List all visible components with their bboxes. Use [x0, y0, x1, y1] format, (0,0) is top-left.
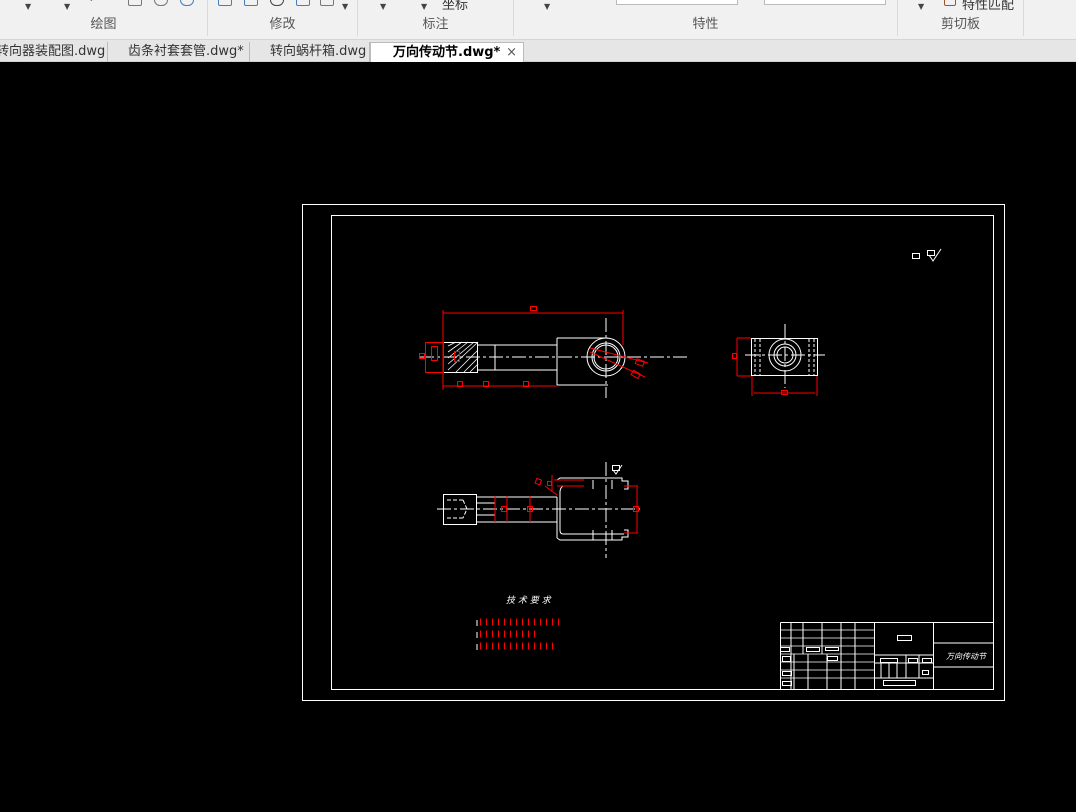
ribbon: ▼ ▼ 绘图 ▼ 修改 ▼ ▼ 坐标 标注 ▼ 特性 ▼ 特性匹配 剪切板: [0, 0, 1076, 40]
tab-label: 齿条衬套套管.dwg*: [128, 44, 244, 59]
lineweight-select[interactable]: [764, 0, 886, 5]
tab-label: 转向器装配图.dwg: [0, 44, 106, 59]
coord-button[interactable]: 坐标: [442, 0, 468, 13]
tech-requirements: 技 术 要 求: [476, 595, 562, 650]
ribbon-group-label: 标注: [422, 17, 449, 32]
scale-icon[interactable]: [244, 0, 258, 6]
part-name: 万向传动节: [946, 652, 988, 661]
offset-icon[interactable]: [218, 0, 232, 6]
drawing-frame: [331, 215, 994, 690]
tab-universal-joint[interactable]: 万向传动节.dwg* ×: [370, 42, 524, 62]
ribbon-group-label: 绘图: [90, 17, 117, 32]
dropdown-arrow-icon[interactable]: ▼: [544, 2, 550, 11]
top-view: [437, 462, 640, 558]
dropdown-arrow-icon[interactable]: ▼: [64, 2, 70, 11]
rotate-icon[interactable]: [270, 0, 284, 6]
tab-label: 转向蜗杆箱.dwg: [270, 44, 367, 59]
hatch-icon[interactable]: [128, 0, 142, 6]
line-tool-icon[interactable]: [89, 0, 109, 10]
drawing-canvas[interactable]: 技 术 要 求 万向传动节: [0, 62, 1076, 808]
dropdown-arrow-icon[interactable]: ▼: [421, 2, 427, 11]
tab-label: 万向传动节.dwg*: [393, 45, 501, 60]
document-tabs: 转向器装配图.dwg 齿条衬套套管.dwg* 转向蜗杆箱.dwg 万向传动节.d…: [0, 40, 1076, 62]
side-view: [732, 324, 825, 396]
title-block: 万向传动节: [780, 622, 993, 689]
region-icon[interactable]: [154, 0, 168, 6]
match-properties-icon[interactable]: [944, 0, 956, 6]
tab-steering-assembly[interactable]: 转向器装配图.dwg: [0, 42, 108, 62]
ribbon-group-properties: ▼ 特性: [514, 0, 898, 36]
dropdown-arrow-icon[interactable]: ▼: [918, 2, 924, 11]
edit-icon[interactable]: [320, 0, 334, 6]
tech-requirements-title: 技 术 要 求: [506, 595, 552, 606]
linetype-select[interactable]: [616, 0, 738, 5]
roughness-symbol: [912, 248, 942, 262]
sheet-border: [302, 204, 1005, 701]
array-icon[interactable]: [296, 0, 310, 6]
ribbon-group-label: 修改: [269, 17, 296, 32]
drawing-svg: 技 术 要 求 万向传动节: [302, 204, 1005, 701]
ribbon-group-label: 特性: [692, 17, 719, 32]
ribbon-group-dimension: ▼ ▼ 坐标 标注: [358, 0, 514, 36]
dropdown-arrow-icon[interactable]: ▼: [342, 2, 348, 11]
tab-rack-bushing[interactable]: 齿条衬套套管.dwg*: [110, 42, 250, 62]
match-properties-button[interactable]: 特性匹配: [962, 0, 1014, 13]
close-tab-icon[interactable]: ×: [506, 43, 517, 62]
tab-worm-box[interactable]: 转向蜗杆箱.dwg: [252, 42, 370, 62]
ribbon-group-draw: ▼ ▼ 绘图: [0, 0, 208, 36]
ribbon-group-clipboard: ▼ 特性匹配 剪切板: [898, 0, 1024, 36]
boundary-icon[interactable]: [180, 0, 194, 6]
ribbon-group-label: 剪切板: [940, 17, 980, 32]
dropdown-arrow-icon[interactable]: ▼: [380, 2, 386, 11]
ribbon-group-modify: ▼ 修改: [208, 0, 358, 36]
front-view: [419, 306, 690, 398]
dropdown-arrow-icon[interactable]: ▼: [25, 2, 31, 11]
